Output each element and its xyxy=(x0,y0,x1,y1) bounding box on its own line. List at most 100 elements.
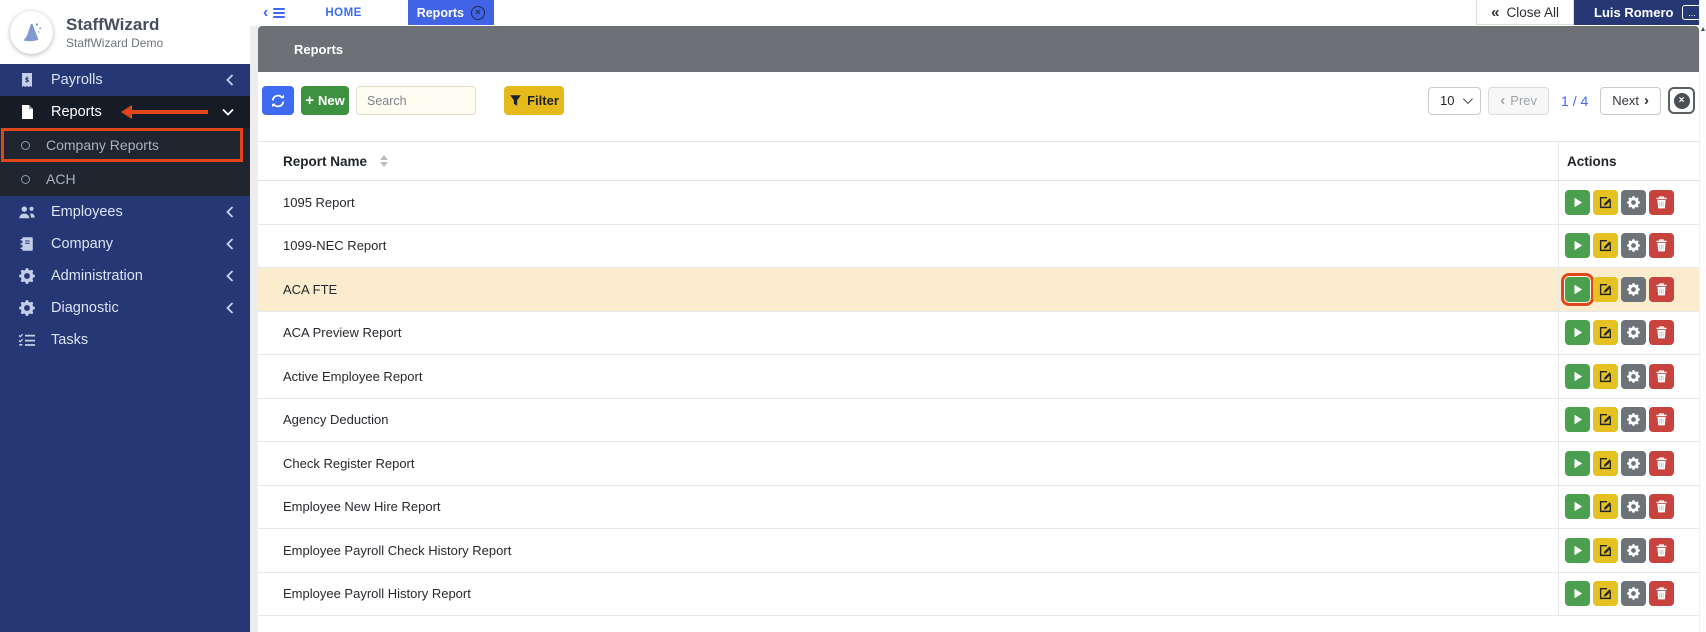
report-settings-button[interactable] xyxy=(1621,320,1646,346)
gear-icon xyxy=(1627,544,1640,557)
sidebar-item-payrolls[interactable]: Payrolls xyxy=(0,64,250,96)
panel-title: Reports xyxy=(294,41,344,57)
vertical-scrollbar[interactable] xyxy=(1699,0,1706,632)
edit-report-button[interactable] xyxy=(1593,450,1618,476)
gear-icon xyxy=(1627,413,1640,426)
page-indicator: 1 / 4 xyxy=(1561,92,1589,109)
sidebar-item-administration[interactable]: Administration xyxy=(0,260,250,292)
edit-pencil-icon xyxy=(1599,544,1612,557)
edit-report-button[interactable] xyxy=(1593,189,1618,215)
panel-body: + New Filter 10 ‹ Prev xyxy=(258,72,1699,632)
next-page-button[interactable]: Next › xyxy=(1600,86,1661,115)
run-report-button[interactable] xyxy=(1565,450,1590,476)
run-report-button[interactable] xyxy=(1565,537,1590,563)
delete-report-button[interactable] xyxy=(1649,233,1674,259)
toolbar: + New Filter 10 ‹ Prev xyxy=(258,72,1699,115)
delete-report-button[interactable] xyxy=(1649,537,1674,563)
run-report-button[interactable] xyxy=(1565,320,1590,346)
sidebar-item-company[interactable]: Company xyxy=(0,228,250,260)
close-all-button[interactable]: « Close All xyxy=(1476,0,1574,25)
edit-report-button[interactable] xyxy=(1593,233,1618,259)
report-settings-button[interactable] xyxy=(1621,276,1646,302)
run-report-button[interactable] xyxy=(1565,494,1590,520)
report-settings-button[interactable] xyxy=(1621,233,1646,259)
run-report-button[interactable] xyxy=(1565,233,1590,259)
tab-reports[interactable]: Reports × xyxy=(407,0,494,25)
delete-report-button[interactable] xyxy=(1649,363,1674,389)
search-input[interactable] xyxy=(356,86,476,115)
edit-report-button[interactable] xyxy=(1593,276,1618,302)
chevron-down-icon xyxy=(1462,94,1473,105)
sidebar-item-diagnostic[interactable]: Diagnostic xyxy=(0,292,250,324)
edit-report-button[interactable] xyxy=(1593,363,1618,389)
edit-report-button[interactable] xyxy=(1593,494,1618,520)
report-settings-button[interactable] xyxy=(1621,581,1646,607)
page-size-select[interactable]: 10 xyxy=(1428,86,1482,115)
user-name: Luis Romero xyxy=(1594,5,1674,20)
delete-report-button[interactable] xyxy=(1649,494,1674,520)
report-settings-button[interactable] xyxy=(1621,537,1646,563)
circle-icon xyxy=(21,140,30,150)
gear-icon xyxy=(1627,587,1640,600)
file-icon xyxy=(18,104,36,120)
trash-icon xyxy=(1655,413,1668,426)
filter-button[interactable]: Filter xyxy=(504,86,564,115)
run-report-button[interactable] xyxy=(1565,363,1590,389)
prev-page-button[interactable]: ‹ Prev xyxy=(1488,86,1550,115)
sidebar-item-ach[interactable]: ACH xyxy=(0,162,250,196)
edit-report-button[interactable] xyxy=(1593,537,1618,563)
sidebar-item-tasks[interactable]: Tasks xyxy=(0,324,250,356)
hamburger-icon xyxy=(273,6,286,20)
payroll-file-icon xyxy=(18,72,36,88)
refresh-button[interactable] xyxy=(262,86,294,115)
sidebar-item-label: Employees xyxy=(51,204,123,220)
prev-label: Prev xyxy=(1510,93,1538,108)
report-name: Employee Payroll History Report xyxy=(283,586,471,602)
new-report-button[interactable]: + New xyxy=(301,86,349,115)
edit-pencil-icon xyxy=(1599,239,1612,252)
table-row: Employee Payroll Check History Report xyxy=(258,529,1699,573)
table-row: Employee Payroll History Report xyxy=(258,572,1699,616)
run-report-button[interactable] xyxy=(1565,581,1590,607)
sidebar-item-label: ACH xyxy=(46,171,76,187)
page-size-value: 10 xyxy=(1440,93,1455,108)
tab-home[interactable]: HOME xyxy=(325,0,362,25)
trash-icon xyxy=(1655,500,1668,513)
clear-button[interactable]: × xyxy=(1668,87,1695,114)
delete-report-button[interactable] xyxy=(1649,581,1674,607)
play-icon xyxy=(1571,370,1584,383)
report-settings-button[interactable] xyxy=(1621,189,1646,215)
sidebar-item-reports[interactable]: Reports xyxy=(0,96,250,128)
delete-report-button[interactable] xyxy=(1649,450,1674,476)
play-icon xyxy=(1571,457,1584,470)
edit-report-button[interactable] xyxy=(1593,581,1618,607)
report-settings-button[interactable] xyxy=(1621,494,1646,520)
delete-report-button[interactable] xyxy=(1649,276,1674,302)
edit-report-button[interactable] xyxy=(1593,320,1618,346)
report-name: Employee Payroll Check History Report xyxy=(283,542,512,558)
table-row: 1095 Report xyxy=(258,181,1699,225)
report-settings-button[interactable] xyxy=(1621,450,1646,476)
delete-report-button[interactable] xyxy=(1649,407,1674,433)
report-settings-button[interactable] xyxy=(1621,407,1646,433)
sidebar-item-employees[interactable]: Employees xyxy=(0,196,250,228)
run-report-button-annotated[interactable] xyxy=(1565,276,1590,302)
edit-report-button[interactable] xyxy=(1593,407,1618,433)
gear-icon xyxy=(18,300,36,316)
delete-report-button[interactable] xyxy=(1649,189,1674,215)
report-name: 1099-NEC Report xyxy=(283,238,387,254)
delete-report-button[interactable] xyxy=(1649,320,1674,346)
sidebar-item-company-reports[interactable]: Company Reports xyxy=(0,128,250,162)
tab-label: Reports xyxy=(416,5,464,20)
sort-icon[interactable] xyxy=(380,155,389,167)
gear-icon xyxy=(1627,500,1640,513)
sidebar-collapse-button[interactable]: ‹ xyxy=(250,0,286,25)
panel-header: Reports xyxy=(258,26,1699,72)
play-icon xyxy=(1571,326,1584,339)
close-tab-icon[interactable]: × xyxy=(470,5,485,20)
run-report-button[interactable] xyxy=(1565,407,1590,433)
chevron-left-icon: ‹ xyxy=(1500,92,1506,109)
report-settings-button[interactable] xyxy=(1621,363,1646,389)
run-report-button[interactable] xyxy=(1565,189,1590,215)
edit-pencil-icon xyxy=(1599,326,1612,339)
